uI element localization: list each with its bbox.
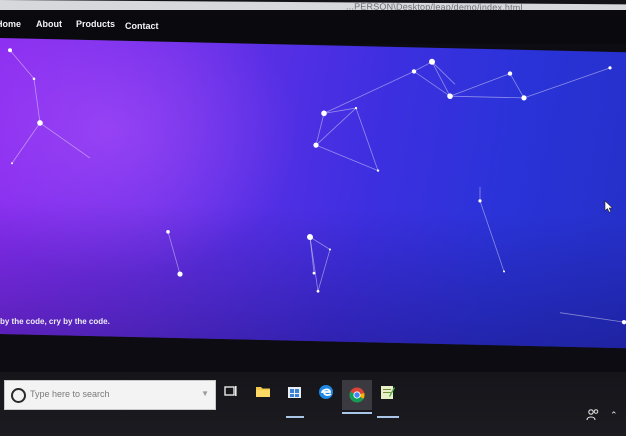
- web-page: Home About Products Contact: [0, 10, 626, 372]
- taskbar-search-input[interactable]: Type here to search ▼: [4, 380, 216, 410]
- windows-taskbar: Type here to search ▼ ⌃: [0, 372, 626, 436]
- nav-contact[interactable]: Contact: [125, 21, 159, 31]
- chrome-active-indicator: [342, 412, 372, 414]
- task-view-icon[interactable]: [224, 384, 246, 406]
- file-explorer-icon[interactable]: [255, 384, 277, 406]
- people-icon[interactable]: [586, 408, 600, 422]
- store-active-indicator: [286, 416, 304, 418]
- chevron-down-icon: ▼: [201, 389, 209, 398]
- nav-home[interactable]: Home: [0, 19, 21, 29]
- cortana-circle-icon: [11, 388, 26, 403]
- nav-about[interactable]: About: [36, 19, 62, 29]
- nav-products[interactable]: Products: [76, 19, 115, 29]
- footer-tagline: by the code, cry by the code.: [0, 317, 110, 326]
- chrome-taskbar-button[interactable]: [342, 380, 372, 410]
- chrome-icon: [349, 387, 365, 403]
- search-placeholder: Type here to search: [30, 389, 110, 399]
- site-navbar: Home About Products Contact: [0, 10, 626, 44]
- edge-icon[interactable]: [318, 384, 340, 406]
- notepad-active-indicator: [377, 416, 399, 418]
- store-icon[interactable]: [287, 384, 309, 406]
- notepad-icon[interactable]: [380, 384, 402, 406]
- monitor-screen: ...PERSON\Desktop/leap/demo/index.html H…: [0, 0, 626, 436]
- particle-network: [8, 48, 626, 325]
- chevron-up-icon[interactable]: ⌃: [610, 410, 618, 421]
- hero-particles-section: [0, 38, 626, 349]
- mouse-cursor-icon: [604, 200, 614, 213]
